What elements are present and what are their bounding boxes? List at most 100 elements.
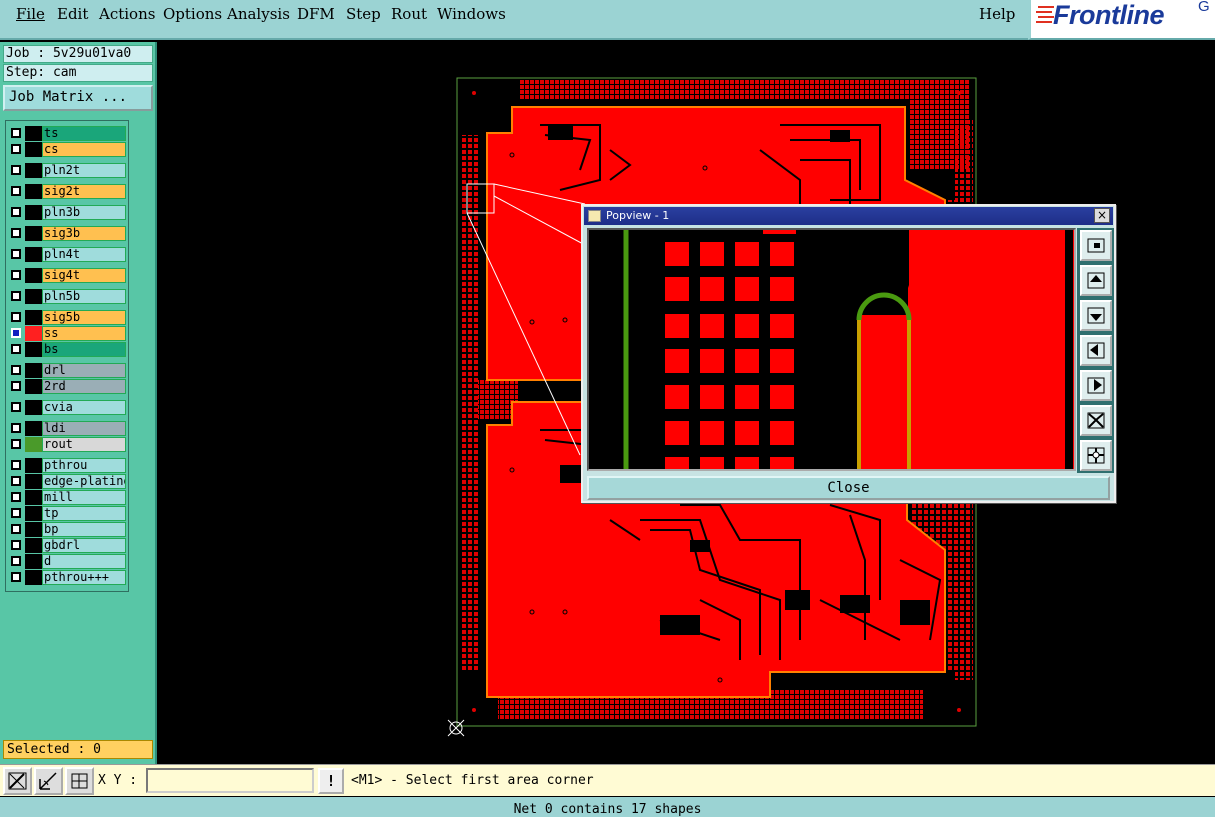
layer-color-swatch[interactable] [25,310,42,325]
layer-color-swatch[interactable] [25,268,42,283]
window-menu-icon[interactable] [588,210,601,222]
layer-checkbox[interactable] [11,344,21,354]
layer-row[interactable]: pln4t [7,247,127,262]
menu-windows[interactable]: Windows [437,5,506,23]
grid-snap-icon[interactable] [65,767,94,795]
layer-color-swatch[interactable] [25,142,42,157]
layer-checkbox[interactable] [11,402,21,412]
menu-help[interactable]: Help [979,5,1015,23]
layer-row[interactable]: cvia [7,400,127,415]
layer-row[interactable]: pthrou [7,458,127,473]
xy-coordinate-input[interactable] [146,768,314,793]
layer-color-swatch[interactable] [25,421,42,436]
layer-row[interactable]: tp [7,506,127,521]
layer-checkbox[interactable] [11,365,21,375]
layer-color-swatch[interactable] [25,437,42,452]
layer-row[interactable]: cs [7,142,127,157]
layer-name[interactable]: edge-plating [42,474,126,489]
layer-color-swatch[interactable] [25,474,42,489]
layer-name[interactable]: 2rd [42,379,126,394]
layer-name[interactable]: ldi [42,421,126,436]
layer-row[interactable]: drl [7,363,127,378]
layer-checkbox[interactable] [11,270,21,280]
layer-checkbox[interactable] [11,439,21,449]
layer-row[interactable]: pln3b [7,205,127,220]
layer-color-swatch[interactable] [25,538,42,553]
layer-checkbox[interactable] [11,423,21,433]
menu-file[interactable]: File [16,5,45,23]
layer-row[interactable]: ts [7,126,127,141]
measure-mode-icon[interactable] [34,767,63,795]
layer-row[interactable]: 2rd [7,379,127,394]
layer-name[interactable]: sig2t [42,184,126,199]
layer-color-swatch[interactable] [25,163,42,178]
layer-checkbox[interactable] [11,460,21,470]
popview-titlebar[interactable]: Popview - 1 × [584,207,1113,225]
layer-color-swatch[interactable] [25,184,42,199]
layer-name[interactable]: drl [42,363,126,378]
select-mode-icon[interactable] [3,767,32,795]
pan-right-icon[interactable] [1080,370,1112,401]
layer-checkbox[interactable] [11,328,21,338]
layer-checkbox[interactable] [11,524,21,534]
layer-name[interactable]: ss [42,326,126,341]
layer-row[interactable]: ss [7,326,127,341]
layer-color-swatch[interactable] [25,342,42,357]
layer-name[interactable]: cvia [42,400,126,415]
layer-name[interactable]: ts [42,126,126,141]
layer-color-swatch[interactable] [25,522,42,537]
layer-checkbox[interactable] [11,540,21,550]
layer-checkbox[interactable] [11,381,21,391]
close-button[interactable]: Close [587,476,1110,500]
layer-color-swatch[interactable] [25,289,42,304]
layer-row[interactable]: pln5b [7,289,127,304]
layer-checkbox[interactable] [11,249,21,259]
layer-checkbox[interactable] [11,165,21,175]
layer-checkbox[interactable] [11,556,21,566]
layer-row[interactable]: rout [7,437,127,452]
layer-row[interactable]: d [7,554,127,569]
close-icon[interactable]: × [1094,208,1110,223]
layer-checkbox[interactable] [11,312,21,322]
layer-color-swatch[interactable] [25,126,42,141]
menu-step[interactable]: Step [346,5,381,23]
alert-button[interactable]: ! [318,768,344,794]
layer-name[interactable]: pthrou [42,458,126,473]
layer-color-swatch[interactable] [25,226,42,241]
layer-color-swatch[interactable] [25,363,42,378]
layer-color-swatch[interactable] [25,400,42,415]
layer-name[interactable]: rout [42,437,126,452]
layer-row[interactable]: pln2t [7,163,127,178]
layer-row[interactable]: bs [7,342,127,357]
layer-color-swatch[interactable] [25,490,42,505]
layer-checkbox[interactable] [11,492,21,502]
layer-name[interactable]: pthrou+++ [42,570,126,585]
layer-color-swatch[interactable] [25,379,42,394]
zoom-fit-icon[interactable] [1080,230,1112,261]
popview-canvas[interactable] [587,228,1076,471]
layer-row[interactable]: bp [7,522,127,537]
layer-row[interactable]: sig2t [7,184,127,199]
layer-name[interactable]: mill [42,490,126,505]
layer-row[interactable]: sig4t [7,268,127,283]
layer-checkbox[interactable] [11,186,21,196]
layer-row[interactable]: sig5b [7,310,127,325]
layer-checkbox[interactable] [11,291,21,301]
menu-analysis[interactable]: Analysis [227,5,290,23]
job-matrix-button[interactable]: Job Matrix ... [3,85,153,111]
zoom-out-icon[interactable] [1080,440,1112,471]
layer-name[interactable]: pln3b [42,205,126,220]
layer-color-swatch[interactable] [25,458,42,473]
layer-color-swatch[interactable] [25,205,42,220]
layer-checkbox[interactable] [11,508,21,518]
layer-row[interactable]: gbdrl [7,538,127,553]
layer-checkbox[interactable] [11,144,21,154]
menu-edit[interactable]: Edit [57,5,88,23]
layer-name[interactable]: sig4t [42,268,126,283]
layer-row[interactable]: edge-plating [7,474,127,489]
menu-dfm[interactable]: DFM [297,5,335,23]
layer-color-swatch[interactable] [25,570,42,585]
layer-checkbox[interactable] [11,476,21,486]
zoom-in-icon[interactable] [1080,405,1112,436]
layer-name[interactable]: pln2t [42,163,126,178]
